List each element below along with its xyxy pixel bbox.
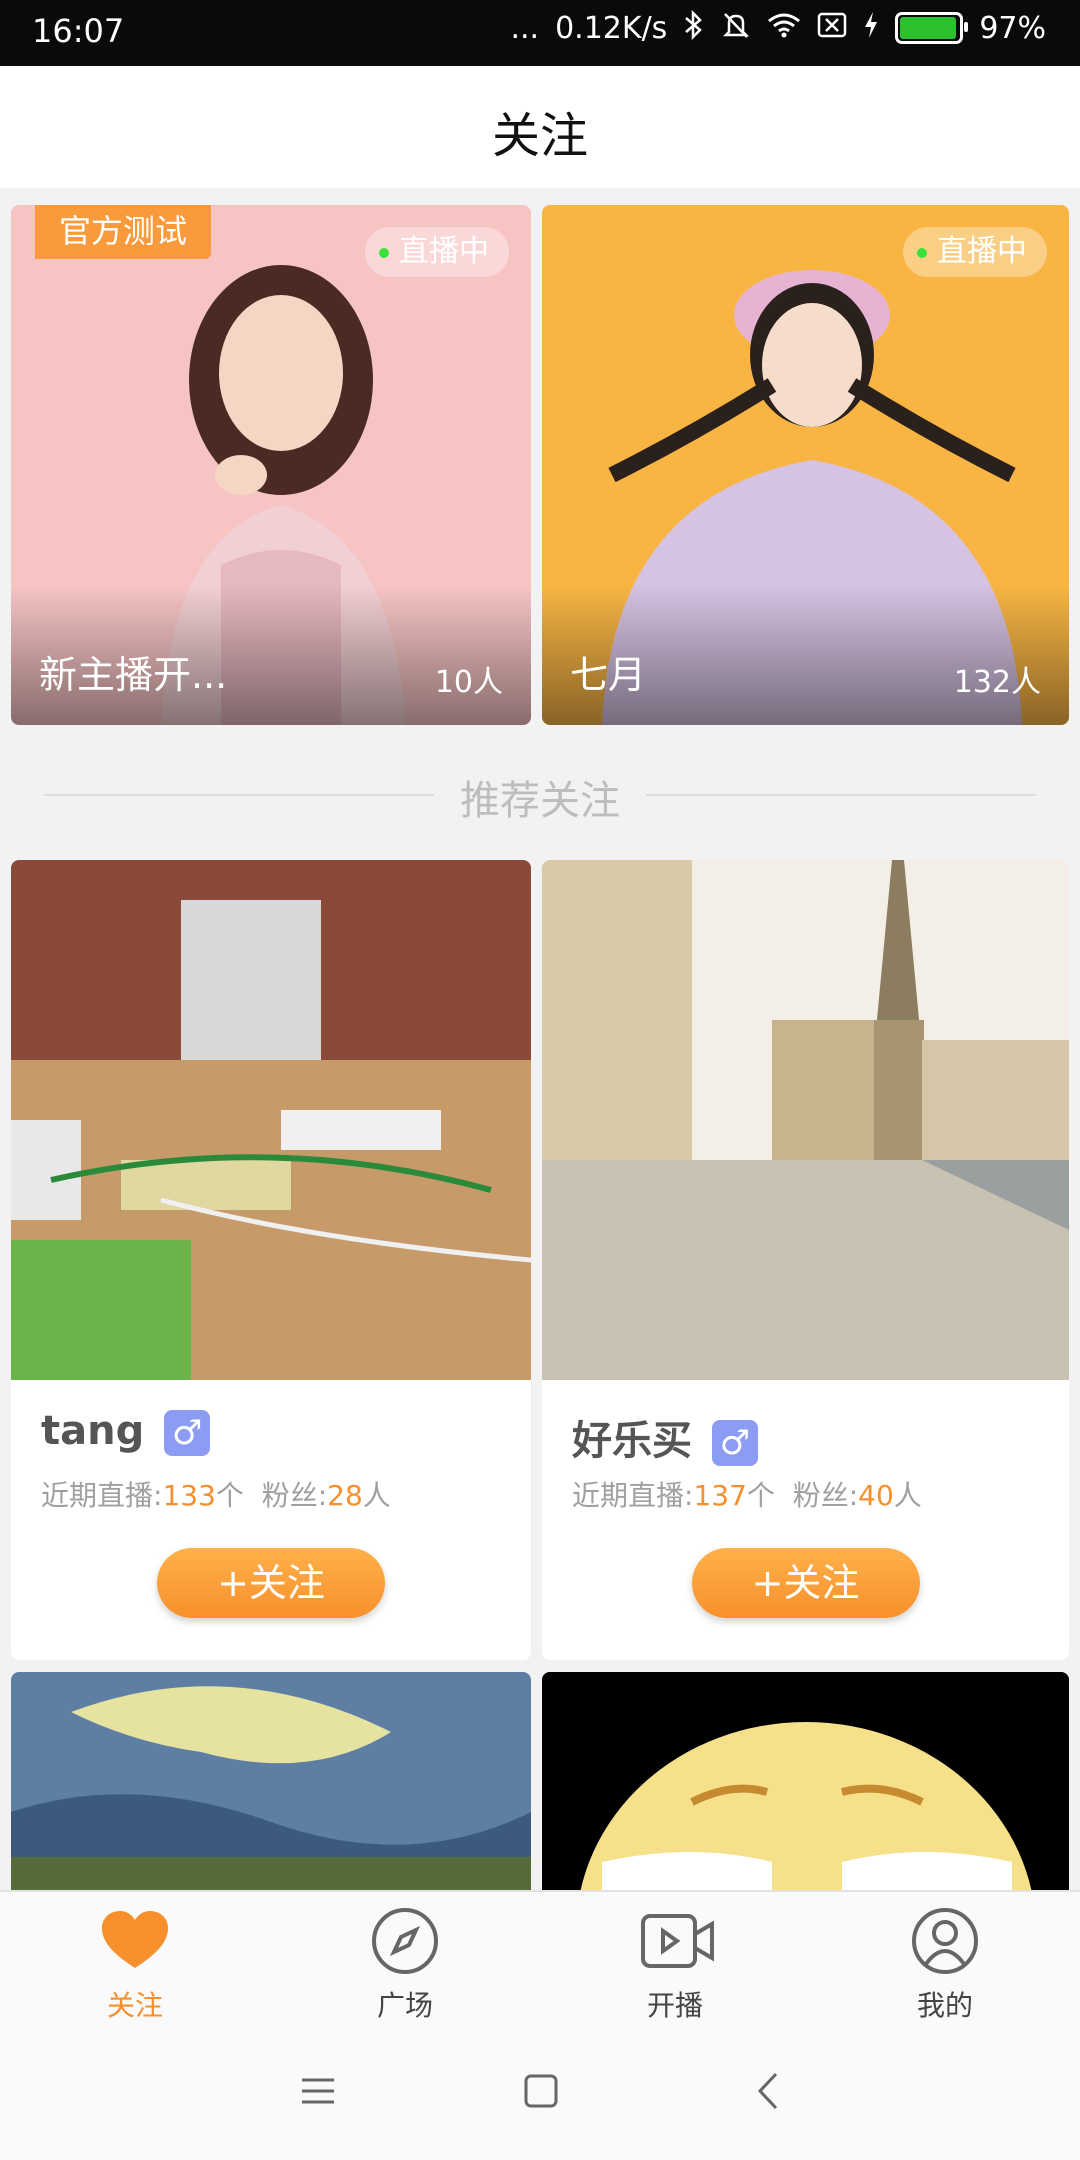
nav-item-profile[interactable]: 我的: [810, 1892, 1080, 2032]
streamer-name: 新主播开...: [39, 653, 228, 697]
recommend-card[interactable]: tang ♂ 近期直播:133个 粉丝:28人 +关注: [11, 860, 531, 1660]
nav-label: 广场: [376, 1989, 433, 2022]
recommend-cover-image: [542, 860, 1069, 1380]
status-more: ...: [510, 10, 540, 46]
battery-icon: [895, 12, 969, 44]
recommend-card[interactable]: 好乐买 ♂ 近期直播:137个 粉丝:40人 +关注: [542, 860, 1069, 1660]
recommend-cover-image: [542, 1672, 1069, 1892]
recommend-cover-image: [11, 1672, 531, 1892]
sim-icon: [817, 11, 847, 45]
viewer-count: 10人: [434, 665, 503, 700]
live-status-badge: 直播中: [903, 227, 1047, 277]
section-divider: 推荐关注: [0, 760, 1080, 830]
male-icon: ♂: [712, 1420, 758, 1466]
wifi-icon: [767, 11, 801, 45]
bluetooth-icon: [683, 9, 705, 46]
live-status-label: 直播中: [399, 234, 489, 269]
live-count-value: 137: [693, 1479, 747, 1512]
live-card[interactable]: 直播中 七月 132人: [542, 205, 1069, 725]
live-status-badge: 直播中: [365, 227, 509, 277]
streamer-name: 七月: [570, 653, 647, 697]
nav-item-follow[interactable]: 关注: [0, 1892, 270, 2032]
home-icon[interactable]: [524, 2074, 558, 2112]
follow-button[interactable]: +关注: [691, 1548, 920, 1618]
recommend-username: 好乐买: [572, 1418, 692, 1464]
recommend-card[interactable]: [542, 1672, 1069, 1892]
compass-icon: [370, 1906, 440, 1976]
nav-label: 我的: [916, 1989, 973, 2022]
back-icon[interactable]: [756, 2072, 780, 2114]
section-title: 推荐关注: [460, 778, 620, 824]
recommend-stats: 近期直播:137个 粉丝:40人: [572, 1474, 922, 1514]
page-header: 关注: [0, 66, 1080, 188]
nav-label: 关注: [106, 1989, 163, 2022]
status-bar: 16:07 ... 0.12K/s 97%: [0, 0, 1080, 66]
fans-value: 40: [858, 1479, 894, 1512]
nav-item-broadcast[interactable]: 开播: [540, 1892, 810, 2032]
bottom-nav: 关注 广场 开播 我的: [0, 1890, 1080, 2032]
video-icon: [640, 1906, 714, 1976]
nav-item-square[interactable]: 广场: [270, 1892, 540, 2032]
live-count-value: 133: [162, 1479, 216, 1512]
live-count-label: 近期直播:: [572, 1479, 694, 1512]
network-speed: 0.12K/s: [555, 10, 668, 46]
heart-icon: [100, 1906, 170, 1976]
live-count-label: 近期直播:: [41, 1479, 163, 1512]
nav-label: 开播: [646, 1989, 703, 2022]
mute-icon: [721, 10, 751, 46]
live-card[interactable]: 官方测试 直播中 新主播开... 10人: [11, 205, 531, 725]
status-time: 16:07: [32, 12, 125, 50]
recommend-card[interactable]: [11, 1672, 531, 1892]
live-count-unit: 个: [215, 1479, 244, 1512]
fans-unit: 人: [362, 1479, 391, 1512]
recommend-username-row: tang ♂: [41, 1408, 211, 1456]
charging-icon: [863, 11, 879, 45]
system-nav-bar: [0, 2030, 1080, 2160]
viewer-count: 132人: [953, 665, 1041, 700]
recommend-stats: 近期直播:133个 粉丝:28人: [41, 1474, 391, 1514]
follow-button[interactable]: +关注: [157, 1548, 385, 1618]
recommend-cover-image: [11, 860, 531, 1380]
fans-label: 粉丝:: [792, 1479, 859, 1512]
fans-label: 粉丝:: [261, 1479, 328, 1512]
recommend-username-row: 好乐买 ♂: [572, 1408, 758, 1466]
battery-percent: 97%: [979, 10, 1046, 46]
fans-value: 28: [327, 1479, 363, 1512]
official-test-tag: 官方测试: [35, 205, 212, 259]
user-icon: [910, 1906, 980, 1976]
page-title: 关注: [491, 108, 588, 164]
recommend-username: tang: [41, 1408, 145, 1454]
live-status-label: 直播中: [937, 234, 1027, 269]
live-count-unit: 个: [746, 1479, 775, 1512]
menu-icon[interactable]: [300, 2076, 336, 2110]
fans-unit: 人: [893, 1479, 922, 1512]
male-icon: ♂: [164, 1410, 211, 1456]
